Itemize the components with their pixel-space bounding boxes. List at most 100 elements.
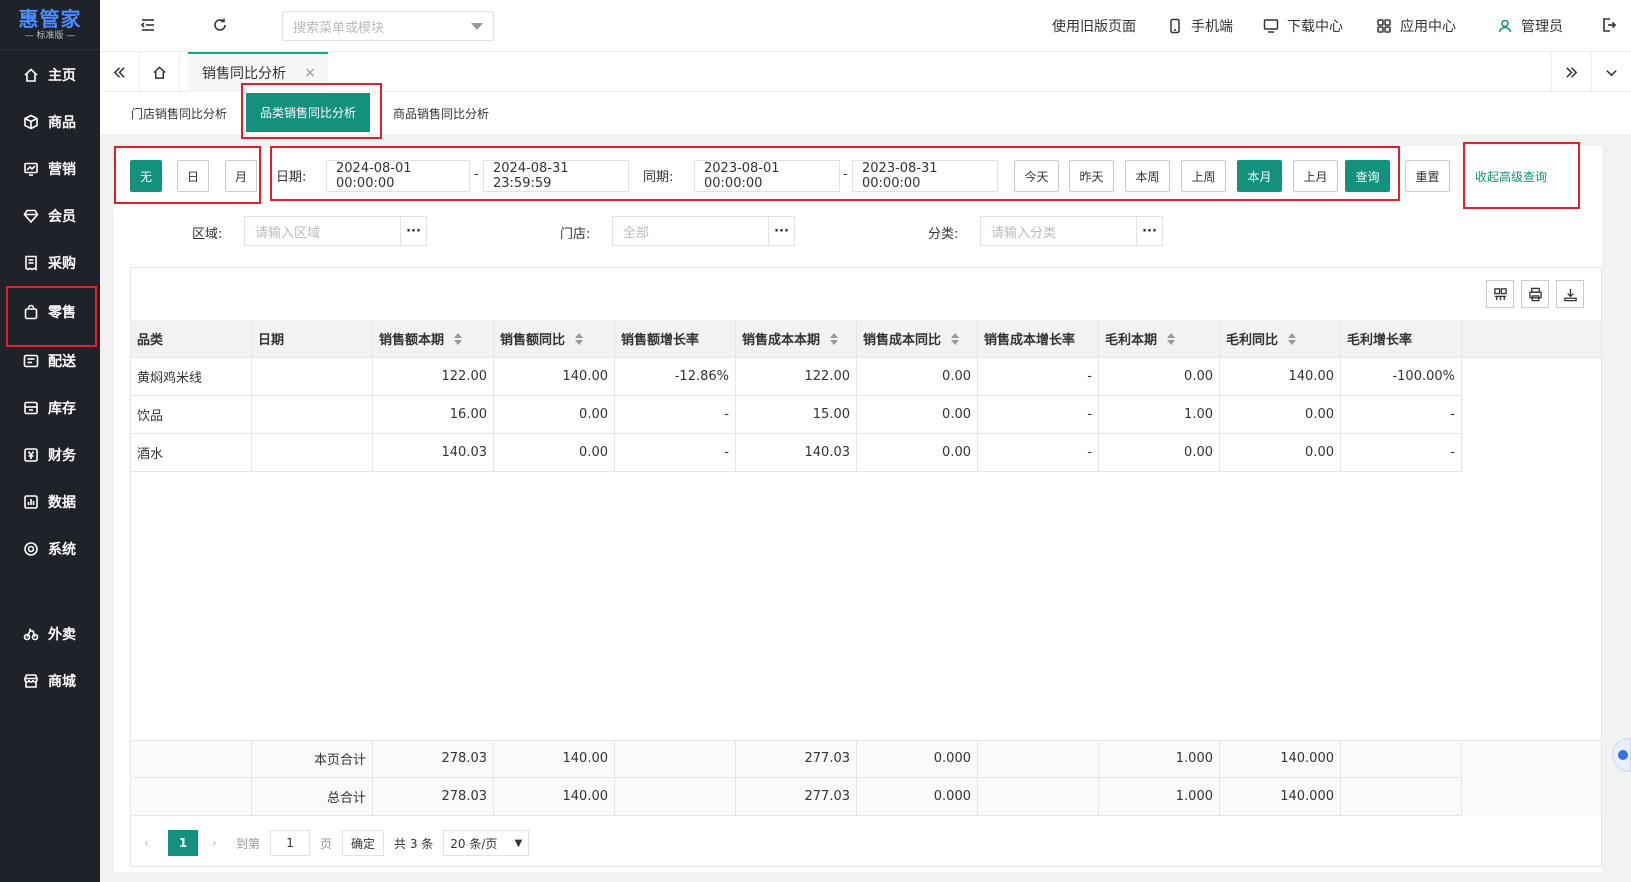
column-header[interactable]: 毛利本期 xyxy=(1099,320,1220,358)
footer-cell-text: 1.000 xyxy=(1175,751,1213,766)
page-size-select[interactable]: 20 条/页 ▼ xyxy=(443,830,530,856)
table-cell-text: 16.00 xyxy=(449,407,487,422)
assistant-float-icon[interactable] xyxy=(1612,738,1631,772)
column-header-text: 销售额同比 xyxy=(500,333,566,348)
table-cell-text: -12.86% xyxy=(674,369,729,384)
table-cell-text: 0.00 xyxy=(579,445,608,460)
sidebar-item-2[interactable]: 营销 xyxy=(0,147,100,191)
menu-search-select[interactable]: 搜索菜单或模块 xyxy=(282,11,494,41)
store-input[interactable]: 全部 xyxy=(612,216,769,246)
footer-cell xyxy=(615,778,736,816)
scroll-right-icon[interactable] xyxy=(1551,52,1591,92)
phone-icon xyxy=(1170,18,1180,34)
column-header-text: 销售成本同比 xyxy=(863,333,942,348)
table-cell: 122.00 xyxy=(736,358,857,396)
column-header: 品类 xyxy=(131,320,252,358)
sidebar-item-label: 系统 xyxy=(48,542,76,558)
table-cell: - xyxy=(1341,434,1462,472)
footer-cell: 0.000 xyxy=(857,740,978,778)
apps-grid-icon xyxy=(1377,19,1391,33)
tab-product-sales-yoy[interactable]: 商品销售同比分析 xyxy=(393,92,489,134)
menu-toggle-icon[interactable] xyxy=(140,17,158,35)
column-header-text: 日期 xyxy=(258,333,285,348)
column-header[interactable]: 毛利同比 xyxy=(1220,320,1341,358)
sidebar-item-11[interactable]: 外卖 xyxy=(0,612,100,656)
region-label: 区域: xyxy=(192,227,223,242)
goto-confirm-button[interactable]: 确定 xyxy=(342,830,385,856)
column-header[interactable]: 销售成本本期 xyxy=(736,320,857,358)
column-header-text: 毛利本期 xyxy=(1105,333,1158,348)
user-label: 管理员 xyxy=(1521,19,1563,35)
table-cell: 黄焖鸡米线 xyxy=(131,358,252,396)
sort-icon[interactable] xyxy=(454,332,463,345)
sidebar-item-1[interactable]: 商品 xyxy=(0,100,100,144)
column-header[interactable]: 销售额本期 xyxy=(373,320,494,358)
print-icon[interactable] xyxy=(1521,280,1549,308)
user-menu[interactable]: 管理员 xyxy=(1497,16,1563,36)
region-picker-icon[interactable]: ··· xyxy=(401,216,427,246)
scroll-left-icon[interactable] xyxy=(100,52,140,92)
sort-icon[interactable] xyxy=(575,332,584,345)
sort-icon[interactable] xyxy=(830,332,839,345)
table-cell-text: -100.00% xyxy=(1392,369,1455,384)
column-header[interactable]: 销售成本同比 xyxy=(857,320,978,358)
footer-cell-text: 278.03 xyxy=(441,751,488,766)
table-cell-text: - xyxy=(1450,445,1455,460)
table-cell-text: 140.03 xyxy=(804,445,851,460)
sidebar-item-7[interactable]: 库存 xyxy=(0,386,100,430)
close-icon[interactable]: × xyxy=(304,65,316,81)
sidebar-item-10[interactable]: 系统 xyxy=(0,527,100,571)
table-cell: 0.00 xyxy=(494,434,615,472)
table-cell: 酒水 xyxy=(131,434,252,472)
sort-icon[interactable] xyxy=(1288,332,1297,345)
store-picker-icon[interactable]: ··· xyxy=(769,216,795,246)
download-center-link[interactable]: 下载中心 xyxy=(1263,16,1343,36)
table-cell-text: 黄焖鸡米线 xyxy=(137,371,203,386)
columns-icon[interactable] xyxy=(1486,280,1514,308)
footer-cell-text: 277.03 xyxy=(804,789,851,804)
table-cell: 16.00 xyxy=(373,396,494,434)
next-page-icon[interactable]: › xyxy=(212,836,226,850)
export-icon[interactable] xyxy=(1556,280,1584,308)
mobile-link[interactable]: 手机端 xyxy=(1167,16,1233,36)
footer-cell-text: 0.000 xyxy=(933,751,971,766)
sidebar-item-4[interactable]: 采购 xyxy=(0,241,100,285)
table-cell-text: - xyxy=(1450,407,1455,422)
brand-logo[interactable]: 惠管家 — 标准版 — xyxy=(0,0,100,50)
sidebar-item-label: 商品 xyxy=(48,115,76,131)
tab-store-sales-yoy[interactable]: 门店销售同比分析 xyxy=(131,92,227,134)
sidebar-item-12[interactable]: 商城 xyxy=(0,659,100,703)
refresh-icon[interactable] xyxy=(212,17,230,35)
page-1-button[interactable]: 1 xyxy=(168,830,198,856)
footer-cell xyxy=(131,740,252,778)
sidebar-item-8[interactable]: 财务 xyxy=(0,433,100,477)
category-picker-icon[interactable]: ··· xyxy=(1137,216,1163,246)
table-cell-text: 0.00 xyxy=(1305,445,1334,460)
page-unit-label: 页 xyxy=(320,836,333,851)
region-input[interactable]: 请输入区域 xyxy=(244,216,401,246)
app-center-link[interactable]: 应用中心 xyxy=(1376,16,1456,36)
highlight-box-subtab xyxy=(241,83,382,139)
goto-page-input[interactable]: 1 xyxy=(270,830,311,856)
logout-icon[interactable] xyxy=(1601,17,1619,35)
sort-icon[interactable] xyxy=(1167,332,1176,345)
reset-button[interactable]: 重置 xyxy=(1405,160,1450,192)
table-cell-text: 140.00 xyxy=(562,369,609,384)
prev-page-icon[interactable]: ‹ xyxy=(144,836,158,850)
old-version-link[interactable]: 使用旧版页面 xyxy=(1052,16,1136,36)
table-cell-text: 140.03 xyxy=(441,445,488,460)
home-tab-icon[interactable] xyxy=(140,52,180,92)
table-cell: 140.00 xyxy=(494,358,615,396)
column-header[interactable]: 销售额同比 xyxy=(494,320,615,358)
footer-cell: 278.03 xyxy=(373,740,494,778)
table-cell-text: 0.00 xyxy=(1184,369,1213,384)
chevron-down-icon[interactable] xyxy=(1591,52,1631,92)
column-header-text: 销售成本增长率 xyxy=(984,333,1076,348)
table-cell-text: - xyxy=(724,407,729,422)
category-input[interactable]: 请输入分类 xyxy=(980,216,1137,246)
sidebar-item-3[interactable]: 会员 xyxy=(0,194,100,238)
sort-icon[interactable] xyxy=(951,332,960,345)
diamond-icon xyxy=(22,207,40,225)
sidebar-item-0[interactable]: 主页 xyxy=(0,53,100,97)
sidebar-item-9[interactable]: 数据 xyxy=(0,480,100,524)
